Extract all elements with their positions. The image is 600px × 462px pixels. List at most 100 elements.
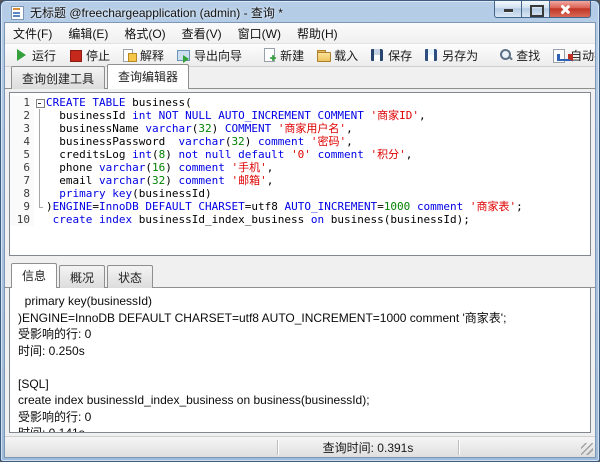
code-text: phone varchar(16) comment '手机', bbox=[46, 161, 273, 174]
menu-item-format[interactable]: 格式(O) bbox=[116, 23, 173, 44]
token: '邮箱' bbox=[231, 174, 267, 187]
code-line: 5 creditsLog int(8) not null default '0'… bbox=[10, 148, 590, 161]
menu-item-view[interactable]: 查看(V) bbox=[174, 23, 230, 44]
sql-editor[interactable]: 1 CREATE TABLE business(2 businessId int … bbox=[10, 93, 590, 226]
message-line: 受影响的行: 0 bbox=[18, 327, 92, 341]
fold-marker bbox=[34, 148, 46, 161]
token: , bbox=[419, 109, 426, 122]
token: ( bbox=[151, 148, 159, 161]
token: not null default bbox=[178, 148, 285, 161]
menu-item-edit[interactable]: 编辑(E) bbox=[60, 23, 116, 44]
token: COMMENT bbox=[224, 122, 272, 135]
code-line: 6 phone varchar(16) comment '手机', bbox=[10, 161, 590, 174]
window-controls bbox=[494, 1, 591, 18]
message-line: [SQL] bbox=[18, 376, 49, 391]
maximize-button[interactable] bbox=[522, 1, 550, 18]
tab-info[interactable]: 信息 bbox=[11, 263, 58, 288]
tab-status[interactable]: 状态 bbox=[107, 265, 154, 288]
message-line: create index businessId_index_business o… bbox=[18, 393, 370, 407]
fold-marker bbox=[34, 213, 46, 226]
code-text: CREATE TABLE business( bbox=[46, 96, 192, 109]
token: COMMENT bbox=[317, 109, 364, 122]
token: InnoDB bbox=[99, 200, 139, 213]
stop-button[interactable]: 停止 bbox=[62, 45, 116, 65]
token: primary key bbox=[59, 187, 133, 200]
wrap-icon bbox=[552, 48, 567, 63]
code-text: primary key(businessId) bbox=[46, 187, 212, 200]
fold-marker[interactable] bbox=[34, 96, 46, 109]
tab-query-builder[interactable]: 查询创建工具 bbox=[11, 66, 106, 89]
new-label: 新建 bbox=[280, 48, 305, 63]
line-number: 7 bbox=[10, 174, 34, 187]
token: '手机' bbox=[231, 161, 267, 174]
query-time-label: 查询时间: 0.391s bbox=[322, 440, 414, 455]
message-line: 时间: 0.141s bbox=[18, 426, 85, 433]
token: ) bbox=[165, 174, 179, 187]
token: ) bbox=[165, 148, 179, 161]
window-body: 文件(F) 编辑(E) 格式(O) 查看(V) 窗口(W) 帮助(H) 运行 停止 解释 导出向… bbox=[4, 22, 596, 458]
load-button[interactable]: 载入 bbox=[310, 45, 364, 65]
code-text: businessId int NOT NULL AUTO_INCREMENT C… bbox=[46, 109, 426, 122]
save-as-button[interactable]: 另存为 bbox=[418, 45, 484, 65]
token: comment bbox=[178, 174, 225, 187]
status-bar: 查询时间: 0.391s bbox=[5, 436, 595, 457]
token: businessName bbox=[46, 122, 146, 135]
token: (businessId) bbox=[132, 187, 212, 200]
message-line: 受影响的行: 0 bbox=[18, 409, 92, 424]
code-line: 3 businessName varchar(32) COMMENT '商家用户… bbox=[10, 122, 590, 135]
code-text: )ENGINE=InnoDB DEFAULT CHARSET=utf8 AUTO… bbox=[46, 200, 523, 213]
run-button[interactable]: 运行 bbox=[8, 45, 62, 65]
menu-item-window[interactable]: 窗口(W) bbox=[230, 23, 289, 44]
run-label: 运行 bbox=[32, 48, 57, 63]
resize-grip[interactable] bbox=[581, 443, 593, 455]
token: ENGINE bbox=[52, 200, 93, 213]
new-icon bbox=[262, 48, 277, 62]
menu-item-file[interactable]: 文件(F) bbox=[5, 23, 60, 44]
token: varchar bbox=[98, 161, 146, 174]
token: 32 bbox=[231, 135, 245, 148]
window-title: 无标题 @freechargeapplication (admin) - 查询 … bbox=[30, 6, 283, 20]
token: varchar bbox=[98, 174, 146, 187]
find-button[interactable]: 查找 bbox=[492, 45, 546, 65]
token: = bbox=[92, 200, 99, 213]
code-text: businessName varchar(32) COMMENT '商家用户名'… bbox=[46, 122, 352, 135]
token: int bbox=[132, 148, 152, 161]
close-button[interactable] bbox=[550, 1, 591, 18]
load-icon bbox=[316, 48, 332, 62]
tab-query-editor[interactable]: 查询编辑器 bbox=[107, 64, 190, 89]
token: email bbox=[46, 174, 99, 187]
export-icon bbox=[176, 48, 191, 63]
result-tab-strip: 信息 概况 状态 bbox=[5, 263, 595, 288]
code-text: businessPassword varchar(32) comment '密码… bbox=[46, 135, 353, 148]
message-panel: primary key(businessId))ENGINE=InnoDB DE… bbox=[9, 288, 591, 433]
new-button[interactable]: 新建 bbox=[256, 45, 310, 65]
code-line: 1 CREATE TABLE business( bbox=[10, 96, 590, 109]
fold-marker bbox=[34, 135, 46, 148]
token: '商家ID' bbox=[370, 109, 420, 122]
code-line: 2 businessId int NOT NULL AUTO_INCREMENT… bbox=[10, 109, 590, 122]
save-button[interactable]: 保存 bbox=[364, 45, 418, 65]
message-line: 时间: 0.250s bbox=[18, 343, 85, 358]
export-wizard-button[interactable]: 导出向导 bbox=[170, 45, 248, 65]
word-wrap-button[interactable]: 自动换行 bbox=[546, 45, 595, 65]
token: varchar bbox=[178, 135, 225, 148]
tab-profile[interactable]: 概况 bbox=[59, 265, 106, 288]
minimize-button[interactable] bbox=[494, 1, 522, 18]
explain-button[interactable]: 解释 bbox=[116, 45, 170, 65]
token: phone bbox=[46, 161, 99, 174]
token: NOT NULL bbox=[158, 109, 212, 122]
token: CREATE TABLE bbox=[46, 96, 126, 109]
token: '积分' bbox=[370, 148, 406, 161]
token: create index bbox=[52, 213, 133, 226]
code-line: 4 businessPassword varchar(32) comment '… bbox=[10, 135, 590, 148]
status-pane-left bbox=[5, 437, 277, 457]
code-text: creditsLog int(8) not null default '0' c… bbox=[46, 148, 412, 161]
token: comment bbox=[317, 148, 364, 161]
menu-item-help[interactable]: 帮助(H) bbox=[289, 23, 346, 44]
explain-icon bbox=[122, 48, 138, 62]
explain-label: 解释 bbox=[140, 48, 165, 63]
